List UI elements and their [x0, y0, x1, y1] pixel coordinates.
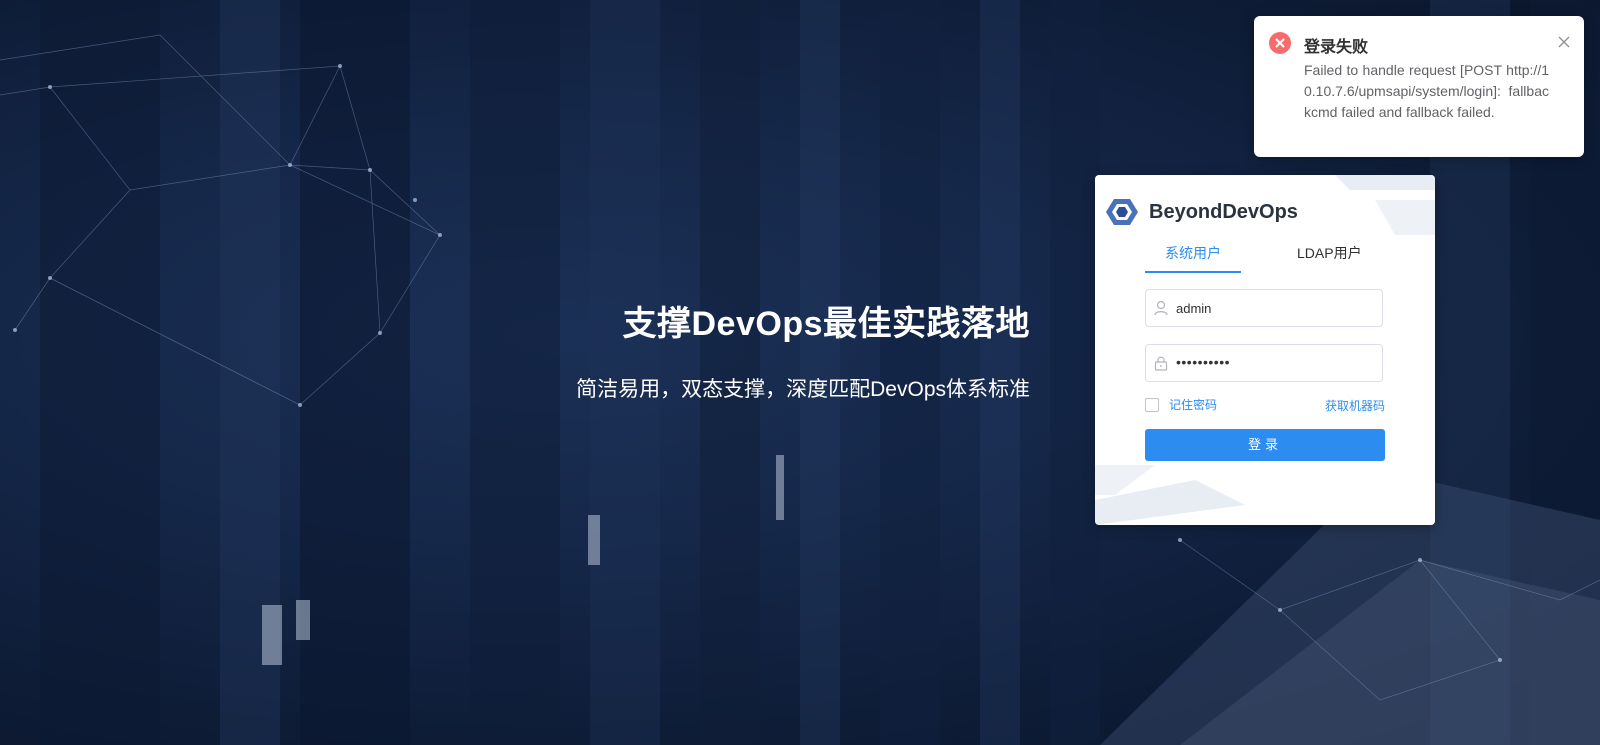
active-tab-indicator [1145, 271, 1241, 273]
brand: BeyondDevOps [1105, 197, 1298, 227]
remember-label: 记住密码 [1169, 398, 1218, 412]
lock-icon [1154, 356, 1168, 371]
error-notification: 登录失败 Failed to handle request [POST http… [1254, 16, 1584, 157]
username-field[interactable]: admin [1145, 289, 1383, 327]
beyond-devops-logo-icon [1106, 199, 1138, 225]
user-icon [1154, 300, 1168, 316]
login-card: BeyondDevOps 系统用户 LDAP用户 admin •••••••••… [1095, 175, 1435, 525]
hero-subtitle: 简洁易用，双态支撑，深度匹配DevOps体系标准 [576, 378, 1030, 401]
get-machine-code-link[interactable]: 获取机器码 [1325, 397, 1385, 414]
error-circle-icon [1269, 32, 1291, 54]
hero-title: 支撑DevOps最佳实践落地 [622, 305, 1030, 343]
login-button[interactable]: 登录 [1145, 429, 1385, 461]
close-icon[interactable] [1556, 34, 1572, 50]
password-field[interactable]: •••••••••• [1145, 344, 1383, 382]
remember-checkbox[interactable] [1145, 397, 1159, 412]
tab-ldap-user[interactable]: LDAP用户 [1297, 243, 1362, 263]
notification-message: Failed to handle request [POST http://10… [1304, 62, 1549, 120]
remember-password[interactable]: 记住密码 [1145, 396, 1217, 413]
password-value: •••••••••• [1176, 354, 1231, 370]
notification-title: 登录失败 [1304, 39, 1369, 56]
tab-system-user[interactable]: 系统用户 [1165, 243, 1221, 263]
username-value: admin [1176, 301, 1212, 316]
login-tabs: 系统用户 LDAP用户 [1145, 243, 1385, 275]
brand-name: BeyondDevOps [1149, 200, 1298, 223]
